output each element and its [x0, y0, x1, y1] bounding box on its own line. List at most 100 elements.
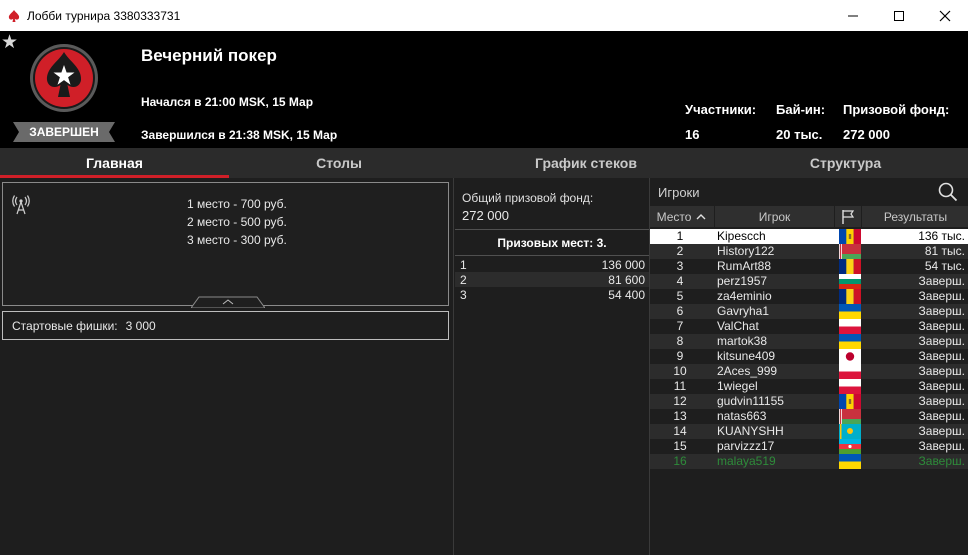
country-flag-icon — [839, 439, 861, 454]
minimize-button[interactable] — [830, 0, 876, 31]
players-count-value: 16 — [685, 127, 700, 142]
column-place[interactable]: Место — [650, 206, 715, 227]
maximize-icon — [894, 10, 904, 21]
player-name: za4eminio — [717, 289, 772, 303]
players-count-label: Участники: — [685, 102, 757, 117]
country-flag-icon — [839, 259, 861, 274]
buyin-value: 20 тыс. — [776, 127, 823, 142]
pokerstars-logo-icon — [30, 44, 98, 112]
prizes-box: 1 место - 700 руб. 2 место - 500 руб. 3 … — [2, 182, 449, 308]
column-place-label: Место — [656, 209, 692, 224]
player-name: 2Aces_999 — [717, 364, 778, 378]
prize-line: 2 место - 500 руб. — [187, 215, 287, 229]
buyin-label: Бай-ин: — [776, 102, 826, 117]
column-results[interactable]: Результаты — [862, 206, 968, 227]
payout-amount: 136 000 — [601, 257, 645, 272]
player-name: martok38 — [717, 334, 768, 348]
payout-place: 3 — [460, 287, 467, 302]
table-row[interactable]: 6 Gavryha1 Заверш. — [650, 304, 968, 319]
maximize-button[interactable] — [876, 0, 922, 31]
player-result: Заверш. — [918, 439, 965, 453]
column-player[interactable]: Игрок — [715, 206, 835, 227]
table-row[interactable]: 5 za4eminio Заверш. — [650, 289, 968, 304]
player-result: Заверш. — [918, 334, 965, 348]
player-result: Заверш. — [918, 304, 965, 318]
player-name: Kipescch — [717, 229, 766, 243]
player-result: 54 тыс. — [924, 259, 965, 273]
flag-icon — [842, 209, 855, 224]
prize-line: 1 место - 700 руб. — [187, 197, 287, 211]
search-icon[interactable] — [938, 182, 958, 202]
table-row[interactable]: 13 natas663 Заверш. — [650, 409, 968, 424]
player-place: 9 — [676, 349, 684, 363]
chevron-up-icon — [696, 213, 706, 219]
table-row[interactable]: 14 KUANYSHH Заверш. — [650, 424, 968, 439]
table-row[interactable]: 10 2Aces_999 Заверш. — [650, 364, 968, 379]
player-result: Заверш. — [918, 379, 965, 393]
starting-chips-field: Стартовые фишки: 3 000 — [2, 311, 449, 340]
payout-amount: 54 400 — [608, 287, 645, 302]
table-row[interactable]: 8 martok38 Заверш. — [650, 334, 968, 349]
country-flag-icon — [839, 364, 861, 379]
player-place: 2 — [676, 244, 684, 258]
country-flag-icon — [839, 229, 861, 244]
table-row[interactable]: 11 1wiegel Заверш. — [650, 379, 968, 394]
close-icon — [939, 10, 951, 21]
country-flag-icon — [839, 319, 861, 334]
pokerstars-spade-icon — [8, 9, 20, 22]
player-result: Заверш. — [918, 349, 965, 363]
player-place: 13 — [673, 409, 687, 423]
column-flag[interactable] — [835, 206, 862, 227]
player-result: Заверш. — [918, 409, 965, 423]
tournament-header: ★ ЗАВЕРШЕН Вечерний покер Начался в 21:0… — [0, 31, 968, 148]
player-result: Заверш. — [918, 454, 965, 468]
payout-row: 1 136 000 — [455, 257, 649, 272]
payouts-panel: Общий призовой фонд: 272 000 Призовых ме… — [453, 178, 649, 555]
window-title: Лобби турнира 3380333731 — [27, 8, 181, 23]
country-flag-icon — [839, 349, 861, 364]
tab-tables[interactable]: Столы — [229, 148, 449, 178]
player-place: 7 — [676, 319, 684, 333]
total-pool-label: Общий призовой фонд: — [462, 191, 594, 205]
tab-main[interactable]: Главная — [0, 148, 229, 178]
player-result: 81 тыс. — [924, 244, 965, 258]
table-row[interactable]: 15 parvizzz17 Заверш. — [650, 439, 968, 454]
table-row[interactable]: 1 Kipescch 136 тыс. — [650, 229, 968, 244]
starting-chips-value: 3 000 — [125, 318, 156, 333]
table-row[interactable]: 7 ValChat Заверш. — [650, 319, 968, 334]
player-result: Заверш. — [918, 364, 965, 378]
window-titlebar: Лобби турнира 3380333731 — [0, 0, 968, 31]
player-place: 14 — [673, 424, 687, 438]
tournament-name: Вечерний покер — [141, 46, 277, 65]
table-row[interactable]: 2 History122 81 тыс. — [650, 244, 968, 259]
total-pool-value: 272 000 — [462, 208, 509, 223]
collapse-toggle[interactable] — [191, 296, 265, 308]
table-row[interactable]: 12 gudvin11155 Заверш. — [650, 394, 968, 409]
table-row[interactable]: 16 malaya519 Заверш. — [650, 454, 968, 469]
star-icon[interactable]: ★ — [1, 33, 18, 52]
starting-chips-label: Стартовые фишки: — [12, 318, 118, 333]
player-result: Заверш. — [918, 394, 965, 408]
country-flag-icon — [839, 244, 861, 259]
player-result: Заверш. — [918, 289, 965, 303]
close-button[interactable] — [922, 0, 968, 31]
tab-stack-chart[interactable]: График стеков — [449, 148, 723, 178]
country-flag-icon — [839, 409, 861, 424]
table-row[interactable]: 4 perz1957 Заверш. — [650, 274, 968, 289]
player-place: 10 — [673, 364, 687, 378]
table-row[interactable]: 9 kitsune409 Заверш. — [650, 349, 968, 364]
player-place: 3 — [676, 259, 684, 273]
tab-structure[interactable]: Структура — [723, 148, 968, 178]
player-place: 4 — [676, 274, 684, 288]
player-place: 15 — [673, 439, 687, 453]
antenna-icon — [12, 195, 30, 215]
table-row[interactable]: 3 RumArt88 54 тыс. — [650, 259, 968, 274]
player-name: gudvin11155 — [717, 394, 784, 408]
player-name: History122 — [717, 244, 775, 258]
start-time: Начался в 21:00 MSK, 15 Мар — [141, 95, 314, 109]
minimize-icon — [848, 15, 858, 16]
country-flag-icon — [839, 304, 861, 319]
player-name: perz1957 — [717, 274, 768, 288]
country-flag-icon — [839, 289, 861, 304]
prize-pool-value: 272 000 — [843, 127, 890, 142]
